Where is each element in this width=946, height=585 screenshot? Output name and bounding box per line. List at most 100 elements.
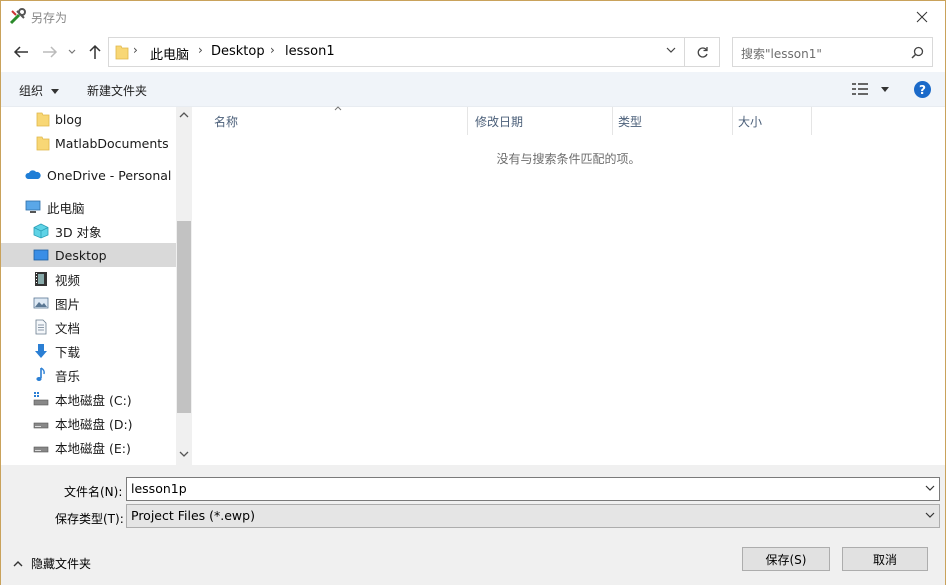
sidebar-item-label: Desktop: [55, 247, 107, 263]
scrollbar-thumb[interactable]: [177, 221, 191, 413]
breadcrumb-this-pc[interactable]: 此电脑: [150, 44, 189, 63]
hard-drive-icon: [33, 422, 49, 429]
sidebar-item-music[interactable]: 音乐: [1, 363, 176, 387]
search-icon[interactable]: [911, 46, 924, 59]
sidebar-item-drive-c[interactable]: 本地磁盘 (C:): [1, 387, 176, 411]
sidebar-item-label: 3D 对象: [55, 224, 102, 240]
column-label: 名称: [214, 115, 239, 129]
organize-button[interactable]: 组织: [19, 82, 59, 99]
save-as-dialog: 另存为 › 此电脑 › Desktop › lesson1 搜索"lesson1…: [0, 0, 946, 585]
refresh-icon: [697, 46, 708, 58]
sort-up-icon: [334, 106, 342, 111]
file-list: 名称 修改日期 类型 大小 没有与搜索条件匹配的项。: [192, 106, 945, 465]
breadcrumb-desktop[interactable]: Desktop: [211, 44, 265, 59]
cube-icon: [33, 223, 49, 239]
back-button[interactable]: [11, 40, 31, 64]
hide-folders-label: 隐藏文件夹: [31, 557, 92, 571]
chevron-down-icon: [925, 512, 935, 518]
sidebar-item-label: 本地磁盘 (E:): [55, 440, 131, 456]
caret-down-icon: [50, 89, 59, 94]
search-input[interactable]: 搜索"lesson1": [741, 45, 822, 62]
sidebar-item-3d-objects[interactable]: 3D 对象: [1, 219, 176, 243]
sidebar-item-blog[interactable]: blog: [1, 107, 176, 131]
command-bar: 组织 新建文件夹 ?: [1, 72, 945, 107]
column-header-type[interactable]: 类型: [612, 107, 733, 135]
filetype-value: Project Files (*.ewp): [131, 508, 255, 523]
scroll-down-icon[interactable]: [179, 451, 189, 458]
column-header-size[interactable]: 大小: [732, 107, 812, 135]
organize-label: 组织: [19, 84, 44, 98]
column-label: 类型: [618, 115, 643, 129]
chevron-up-icon: [13, 561, 23, 567]
chevron-down-icon: [68, 49, 76, 54]
sidebar-item-label: 音乐: [55, 368, 81, 384]
folder-icon: [115, 45, 129, 60]
breadcrumb-lesson1[interactable]: lesson1: [285, 44, 335, 59]
sidebar-item-documents[interactable]: 文档: [1, 315, 176, 339]
sidebar-item-desktop[interactable]: Desktop: [1, 243, 176, 267]
chevron-down-icon[interactable]: [925, 485, 935, 492]
arrow-right-icon: [43, 46, 58, 58]
breadcrumb-separator: ›: [270, 43, 275, 57]
sidebar-item-label: 视频: [55, 272, 81, 288]
sidebar-item-drive-e[interactable]: 本地磁盘 (E:): [1, 435, 176, 459]
sidebar-item-label: 此电脑: [47, 200, 85, 216]
sidebar-item-this-pc[interactable]: 此电脑: [1, 195, 176, 219]
refresh-button[interactable]: [685, 37, 720, 67]
hide-folders-toggle[interactable]: 隐藏文件夹: [13, 555, 91, 572]
filename-value: lesson1p: [131, 481, 187, 496]
folder-icon: [36, 136, 50, 151]
close-button[interactable]: [899, 1, 945, 32]
save-button[interactable]: 保存(S): [742, 547, 830, 571]
filetype-select[interactable]: Project Files (*.ewp): [126, 504, 940, 528]
sidebar-item-label: OneDrive - Personal: [47, 167, 172, 183]
document-icon: [35, 319, 47, 335]
scroll-up-icon[interactable]: [179, 111, 189, 118]
sidebar-item-pictures[interactable]: 图片: [1, 291, 176, 315]
filename-label: 文件名(N):: [64, 485, 123, 499]
address-bar[interactable]: › 此电脑 › Desktop › lesson1: [108, 37, 685, 67]
sidebar-item-videos[interactable]: 视频: [1, 267, 176, 291]
help-icon[interactable]: ?: [914, 81, 931, 98]
view-list-icon: [852, 83, 868, 95]
sidebar-item-label: 本地磁盘 (C:): [55, 392, 132, 408]
search-box[interactable]: 搜索"lesson1": [732, 37, 933, 67]
navigation-bar: › 此电脑 › Desktop › lesson1 搜索"lesson1": [1, 32, 945, 72]
navigation-scrollbar[interactable]: [176, 107, 192, 465]
cancel-button[interactable]: 取消: [842, 547, 928, 571]
filename-field[interactable]: lesson1p: [126, 477, 940, 501]
sidebar-item-onedrive[interactable]: OneDrive - Personal: [1, 163, 176, 187]
sidebar-item-label: blog: [55, 111, 82, 127]
computer-icon: [25, 200, 41, 213]
sidebar-item-label: 本地磁盘 (D:): [55, 416, 133, 432]
sidebar-item-label: MatlabDocuments: [55, 135, 169, 151]
title-bar: 另存为: [1, 1, 945, 32]
forward-button[interactable]: [40, 40, 60, 64]
chevron-down-icon[interactable]: [666, 47, 676, 54]
recent-locations-button[interactable]: [65, 40, 79, 64]
arrow-left-icon: [13, 46, 28, 58]
system-drive-icon: [33, 392, 49, 406]
column-header-name[interactable]: 名称: [208, 106, 468, 135]
sidebar-item-matlabdocuments[interactable]: MatlabDocuments: [1, 131, 176, 155]
navigation-pane: blog MatlabDocuments OneDrive - Personal…: [1, 107, 192, 465]
sidebar-item-label: 下载: [55, 344, 81, 360]
new-folder-button[interactable]: 新建文件夹: [87, 82, 147, 99]
desktop-icon: [33, 249, 49, 261]
download-arrow-icon: [35, 344, 47, 358]
music-note-icon: [36, 367, 45, 381]
view-options-button[interactable]: [852, 83, 889, 98]
breadcrumb-separator: ›: [198, 43, 203, 57]
column-header-date[interactable]: 修改日期: [469, 107, 613, 135]
empty-message: 没有与搜索条件匹配的项。: [496, 152, 641, 166]
save-form: 文件名(N): lesson1p 保存类型(T): Project Files …: [1, 465, 945, 585]
breadcrumb-separator: ›: [133, 43, 138, 57]
close-icon: [916, 11, 928, 22]
app-tools-icon: [9, 8, 26, 25]
up-button[interactable]: [85, 40, 105, 64]
arrow-up-icon: [89, 44, 101, 59]
cloud-icon: [25, 170, 41, 179]
sidebar-item-drive-d[interactable]: 本地磁盘 (D:): [1, 411, 176, 435]
filetype-label: 保存类型(T):: [55, 512, 124, 526]
sidebar-item-downloads[interactable]: 下载: [1, 339, 176, 363]
